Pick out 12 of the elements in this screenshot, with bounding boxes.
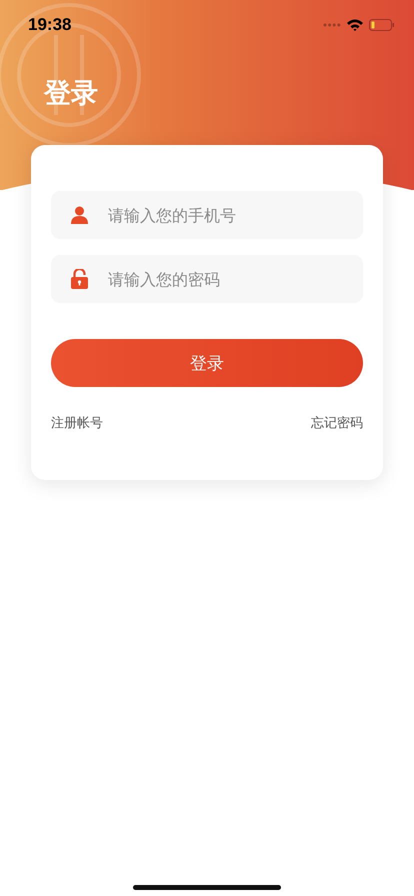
password-field[interactable]: 请输入您的密码 <box>51 255 363 303</box>
person-icon <box>71 206 88 224</box>
wifi-icon <box>347 19 363 31</box>
battery-icon <box>369 19 394 31</box>
forgot-password-link[interactable]: 忘记密码 <box>311 414 363 432</box>
unlocked-padlock-icon <box>71 269 88 289</box>
login-button[interactable]: 登录 <box>51 339 363 387</box>
register-link[interactable]: 注册帐号 <box>51 414 103 432</box>
page-title: 登录 <box>44 78 99 110</box>
signal-icon <box>323 23 341 27</box>
phone-field[interactable]: 请输入您的手机号 <box>51 191 363 239</box>
status-time: 19:38 <box>28 15 72 35</box>
